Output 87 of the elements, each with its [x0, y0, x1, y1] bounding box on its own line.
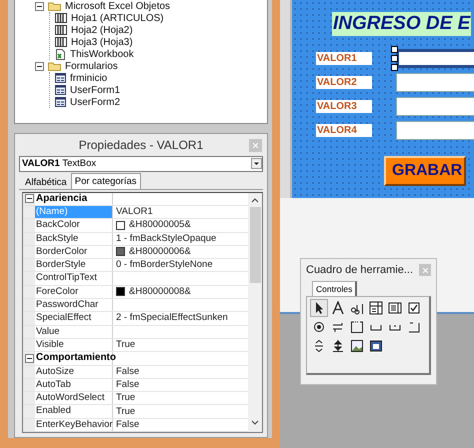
tab[interactable]: Controles — [312, 281, 358, 296]
property-value[interactable]: 2 - fmSpecialEffectSunken — [116, 312, 228, 324]
sheet-icon — [55, 13, 67, 23]
sheet-icon — [55, 37, 67, 47]
folder-icon — [48, 61, 61, 71]
property-name[interactable]: BackStyle — [35, 232, 113, 245]
scroll-up-icon — [251, 196, 259, 203]
window-title: Cuadro de herramie... — [306, 264, 413, 276]
field-label: VALOR2 — [316, 76, 372, 88]
property-value[interactable]: False — [116, 378, 140, 391]
property-value[interactable]: False — [116, 366, 140, 378]
property-value[interactable]: 1 - fmBackStyleOpaque — [116, 232, 216, 245]
text-box[interactable] — [396, 48, 474, 68]
property-name[interactable]: EnterKeyBehavior — [35, 418, 113, 431]
scroll-thumb[interactable] — [250, 206, 260, 283]
property-name[interactable]: BackColor — [35, 219, 113, 232]
label-tool-icon — [331, 301, 345, 315]
category-label[interactable]: Apariencia — [35, 192, 113, 205]
field-label: VALOR4 — [316, 124, 372, 136]
refedit-tool-icon — [369, 339, 383, 353]
tab[interactable]: Por categorías — [70, 172, 141, 189]
option-button-tool-icon — [312, 320, 326, 334]
textbox-tool-icon — [350, 301, 364, 315]
tree-item[interactable]: Microsoft Excel Objetos — [65, 0, 170, 12]
tree-item[interactable]: Hoja1 (ARTICULOS) — [71, 12, 164, 24]
form-icon — [55, 73, 66, 83]
property-name[interactable]: BorderColor — [35, 246, 113, 258]
tree-item[interactable]: ThisWorkbook — [70, 48, 134, 60]
scrollbar-tool-icon — [312, 339, 326, 353]
property-name[interactable]: Enabled — [35, 405, 113, 418]
collapse-icon[interactable] — [24, 194, 34, 204]
scroll-down-icon — [251, 420, 259, 426]
property-name[interactable]: ControlTipText — [35, 272, 113, 285]
form-icon — [55, 97, 66, 107]
save-button[interactable]: GRABAR — [384, 156, 466, 186]
combobox-tool-icon — [369, 301, 383, 315]
scrollbar[interactable] — [248, 192, 262, 432]
property-name[interactable]: AutoWordSelect — [35, 392, 113, 404]
property-value[interactable]: &H80000005& — [129, 219, 191, 232]
property-name[interactable]: Visible — [35, 338, 113, 352]
collapse-icon[interactable] — [35, 62, 44, 70]
folder-icon — [48, 1, 61, 11]
property-value[interactable]: VALOR1 — [116, 206, 153, 218]
tree-item[interactable]: Hoja3 (Hoja3) — [71, 36, 133, 48]
sheet-icon — [55, 25, 67, 35]
property-name[interactable]: ForeColor — [35, 286, 113, 298]
tree-item[interactable]: Formularios — [65, 60, 118, 72]
property-name[interactable]: AutoTab — [35, 378, 113, 392]
property-value[interactable]: &H80000006& — [129, 246, 191, 258]
collapse-icon[interactable] — [35, 2, 44, 10]
close-icon — [422, 268, 428, 272]
property-value[interactable]: &H80000008& — [129, 286, 191, 298]
listbox-tool-icon — [388, 301, 402, 315]
frame-tool-icon — [350, 320, 364, 334]
tree-item[interactable]: UserForm2 — [70, 96, 120, 108]
tree-item[interactable]: Hoja2 (Hoja2) — [71, 24, 133, 36]
spin-button-tool-icon — [331, 339, 345, 353]
form-title: INGRESO DE E — [332, 12, 472, 36]
window-title: Propiedades - VALOR1 — [78, 138, 204, 152]
tool-button[interactable] — [367, 299, 385, 317]
property-value[interactable]: True — [116, 339, 136, 352]
property-value[interactable]: True — [116, 406, 136, 418]
tool-button[interactable] — [310, 299, 328, 317]
property-name[interactable]: SpecialEffect — [35, 312, 113, 325]
property-value[interactable]: True — [116, 392, 136, 404]
tool-button[interactable] — [348, 337, 366, 355]
tree-item[interactable]: UserForm1 — [70, 84, 120, 96]
toggle-button-tool-icon — [331, 320, 345, 334]
property-name[interactable]: AutoSize — [35, 366, 113, 378]
close-icon — [253, 142, 258, 148]
property-value[interactable]: False — [116, 418, 140, 431]
image-tool-icon — [350, 339, 364, 353]
property-name[interactable]: BorderStyle — [35, 259, 113, 272]
tree-item[interactable]: frminicio — [70, 72, 108, 84]
field-label: VALOR1 — [316, 52, 372, 64]
property-name[interactable]: PasswordChar — [35, 299, 113, 312]
category-label[interactable]: Comportamiento — [35, 352, 113, 365]
collapse-icon[interactable] — [24, 354, 34, 363]
property-value[interactable]: 0 - fmBorderStyleNone — [116, 259, 213, 272]
object-combo[interactable]: VALOR1 TextBox — [19, 156, 263, 172]
workbook-icon — [55, 48, 66, 60]
checkbox-tool-icon — [407, 301, 421, 315]
multipage-tool-icon — [407, 320, 421, 334]
form-icon — [55, 85, 66, 95]
field-label: VALOR3 — [316, 100, 372, 112]
property-name[interactable]: Value — [35, 326, 113, 338]
tab[interactable]: Alfabética — [21, 174, 71, 189]
